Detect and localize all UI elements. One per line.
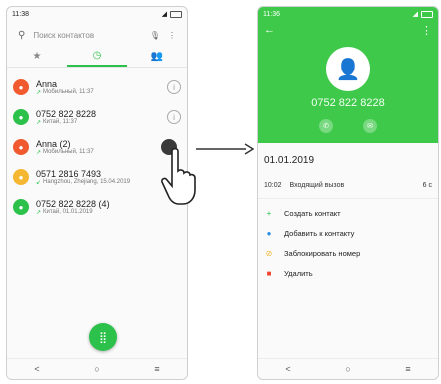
call-sub: Hangzhou, Zhejiang, 15.04.2019 (43, 178, 131, 185)
avatar: ● (13, 169, 29, 185)
status-bar: 11:36 ◢ (258, 7, 438, 21)
call-time: 10:02 (264, 181, 282, 189)
back-arrow-icon[interactable]: ← (264, 24, 275, 36)
message-button[interactable]: ✉ (363, 119, 377, 133)
person-icon: ● (266, 228, 272, 238)
back-button[interactable]: < (285, 364, 290, 374)
block-icon: ⊘ (265, 248, 273, 258)
call-type: Входящий вызов (289, 181, 345, 189)
avatar: ● (13, 79, 29, 95)
status-time: 11:38 (12, 10, 29, 18)
call-name: 0752 822 8228 (36, 108, 97, 119)
avatar: ● (13, 109, 29, 125)
tab-contacts[interactable]: 👥 (127, 45, 187, 67)
outgoing-arrow-icon: ↗ (36, 149, 42, 156)
outgoing-arrow-icon: ↗ (36, 89, 42, 96)
search-input[interactable]: Поиск контактов (33, 31, 142, 40)
menu-label: Добавить к контакту (284, 228, 355, 238)
microphone-icon[interactable]: 🎙 (150, 31, 160, 40)
outgoing-arrow-icon: ↗ (36, 209, 42, 216)
tab-recent[interactable]: ◷ (67, 45, 127, 67)
star-icon: ★ (32, 50, 42, 62)
trash-icon: ■ (266, 268, 272, 278)
info-icon[interactable]: i (167, 110, 181, 124)
transition-arrow-icon (196, 143, 254, 155)
outgoing-arrow-icon: ↗ (36, 119, 42, 126)
menu-label: Заблокировать номер (284, 248, 361, 258)
status-icons: ◢ (413, 10, 433, 18)
contact-avatar: 👤 (326, 47, 370, 91)
dialpad-icon: ⣿ (98, 331, 108, 344)
contact-number: 0752 822 8228 (311, 97, 385, 109)
contact-header: 11:36 ◢ ← ⋮ 👤 0752 822 8228 ✆ ✉ (258, 7, 438, 143)
status-time: 11:36 (263, 10, 280, 18)
clock-icon: ◷ (92, 49, 102, 61)
home-button[interactable]: ○ (345, 364, 350, 374)
avatar: ● (13, 199, 29, 215)
call-row[interactable]: ● Anna ↗ Мобильный, 11:37 i (7, 72, 187, 102)
call-sub: Китай, 01.01.2019 (43, 208, 93, 215)
call-row[interactable]: ● 0752 822 8228 ↗ Китай, 11:37 i (7, 102, 187, 132)
incoming-arrow-icon: ↙ (36, 179, 42, 186)
more-menu-icon[interactable]: ⋮ (168, 31, 176, 40)
battery-icon (421, 10, 433, 18)
quick-actions: ✆ ✉ (258, 119, 438, 133)
tab-favorites[interactable]: ★ (7, 45, 67, 67)
battery-icon (170, 10, 182, 18)
top-app-bar: ← ⋮ (258, 21, 438, 39)
info-icon[interactable]: i (167, 80, 181, 94)
call-sub: Мобильный, 11:37 (43, 88, 94, 95)
call-entry: 10:02 Входящий вызов 6 с (258, 172, 438, 199)
status-icons: ◢ (162, 10, 182, 18)
call-button[interactable]: ✆ (319, 119, 333, 133)
call-duration: 6 с (422, 181, 432, 189)
add-to-contact-item[interactable]: ● Добавить к контакту (258, 223, 438, 243)
action-menu: + Создать контакт ● Добавить к контакту … (258, 199, 438, 283)
tap-hand-icon (161, 147, 196, 205)
navigation-bar: < ○ ≡ (7, 358, 187, 379)
home-button[interactable]: ○ (94, 364, 99, 374)
delete-item[interactable]: ■ Удалить (258, 263, 438, 283)
people-icon: 👥 (150, 50, 164, 62)
call-name: Anna (36, 78, 58, 89)
dialpad-button[interactable]: ⣿ (89, 323, 117, 351)
message-icon: ✉ (367, 123, 373, 130)
status-bar: 11:38 ◢ (7, 7, 187, 21)
search-bar[interactable]: ⚲ Поиск контактов 🎙 ⋮ (12, 25, 182, 45)
back-button[interactable]: < (34, 364, 39, 374)
create-contact-item[interactable]: + Создать контакт (258, 203, 438, 223)
signal-icon: ◢ (161, 11, 167, 18)
block-number-item[interactable]: ⊘ Заблокировать номер (258, 243, 438, 263)
recents-button[interactable]: ≡ (405, 364, 410, 374)
more-menu-icon[interactable]: ⋮ (421, 24, 432, 37)
call-date: 01.01.2019 (264, 155, 315, 166)
recents-button[interactable]: ≡ (154, 364, 159, 374)
person-icon: 👤 (335, 58, 361, 81)
tab-bar: ★ ◷ 👥 (7, 45, 187, 68)
phone-icon: ✆ (323, 123, 329, 130)
avatar: ● (13, 139, 29, 155)
signal-icon: ◢ (412, 11, 418, 18)
search-icon: ⚲ (18, 29, 26, 41)
menu-label: Создать контакт (284, 208, 341, 218)
call-details-screen: 11:36 ◢ ← ⋮ 👤 0752 822 8228 ✆ ✉ 01.01.20… (257, 6, 439, 380)
navigation-bar: < ○ ≡ (258, 358, 438, 379)
menu-label: Удалить (284, 268, 313, 278)
call-sub: Китай, 11:37 (43, 118, 78, 125)
call-sub: Мобильный, 11:37 (43, 148, 94, 155)
add-person-icon: + (266, 208, 272, 218)
